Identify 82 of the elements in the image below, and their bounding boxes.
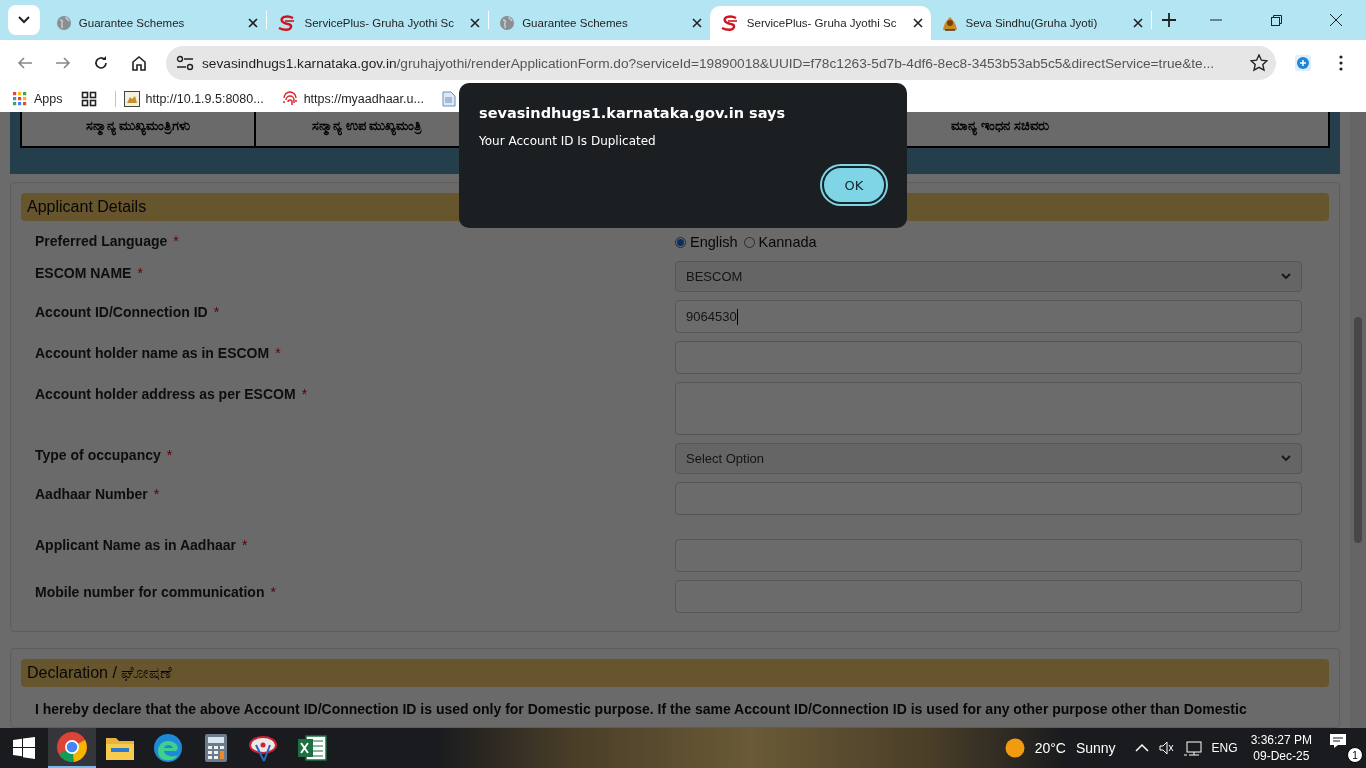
browser-tab[interactable]: Guarantee Schemes [45, 6, 267, 40]
menu-icon [1339, 55, 1343, 71]
chrome-icon[interactable] [56, 731, 88, 763]
windows-logo-icon [13, 737, 35, 759]
back-arrow-icon [17, 55, 33, 71]
browser-tab[interactable]: Seva Sindhu(Gruha Jyoti) [930, 6, 1152, 40]
bookmark[interactable]: http://10.1.9.5:8080... [123, 91, 264, 107]
notification-badge: 1 [1347, 747, 1363, 763]
muted-speaker-icon[interactable] [1158, 741, 1174, 755]
chevron-down-icon [1281, 273, 1291, 280]
field-label: ESCOM NAME [35, 265, 132, 281]
minister-title: ಸನ್ಮಾನ್ಯ ಮುಖ್ಯಮಂತ್ರಿಗಳು [85, 118, 191, 134]
globe-icon [55, 15, 72, 31]
required-mark: * [301, 386, 308, 402]
chevron-down-icon [17, 16, 30, 24]
dialog-title: sevasindhugs1.karnataka.gov.in says [479, 105, 787, 121]
grid-icon[interactable] [80, 91, 97, 107]
fingerprint-icon [281, 91, 298, 107]
reload-icon [93, 55, 109, 71]
bookmark[interactable]: Apps [12, 91, 63, 107]
home-icon [131, 55, 147, 71]
document-icon [441, 91, 456, 107]
calculator-icon[interactable] [204, 733, 228, 763]
declaration-text: I hereby declare that the above Account ID/Connection ID is used only for Domestic purpose. If the same Account ID/Connection ID is used for any other purpose other than Domestic [34, 700, 1248, 717]
restore-icon [1270, 14, 1282, 26]
extension-logo-icon [1294, 54, 1312, 72]
language-indicator[interactable]: ENG [1206, 741, 1243, 755]
field-label: Mobile number for communication [35, 584, 265, 600]
sun-icon [1004, 738, 1025, 758]
field-label: Account holder name as in ESCOM [35, 345, 270, 361]
required-mark: * [166, 447, 173, 463]
close-icon[interactable] [470, 18, 481, 28]
required-mark: * [153, 486, 160, 502]
chevron-up-icon[interactable] [1134, 742, 1149, 754]
apps-grid-icon[interactable] [12, 91, 28, 107]
required-mark: * [213, 304, 220, 320]
tab-search-button[interactable] [8, 5, 40, 35]
section-heading: Declaration / ಘೋಷಣೆ [21, 659, 1329, 687]
bookmark[interactable]: https://myaadhaar.u... [281, 91, 424, 107]
network-icon[interactable] [1183, 740, 1202, 756]
field-label: Aadhaar Number [35, 486, 148, 502]
field-label: Applicant Name as in Aadhaar [35, 537, 236, 553]
folder-icon[interactable] [105, 735, 135, 761]
weather-widget[interactable]: 20°C Sunny [1004, 738, 1116, 758]
notification-icon [1329, 733, 1347, 749]
browser-tab[interactable]: ServicePlus- Gruha Jyothi Sc [709, 6, 931, 40]
clock[interactable]: 3:36:27 PM 09-Dec-25 [1250, 732, 1312, 764]
close-icon [1330, 14, 1342, 26]
scrollbar[interactable] [1350, 112, 1366, 728]
field-label: Preferred Language [35, 233, 168, 249]
emblem-icon [940, 15, 959, 31]
close-icon[interactable] [691, 18, 702, 28]
required-mark: * [275, 345, 281, 361]
browser-tab[interactable]: ServicePlus- Gruha Jyothi Sc [267, 6, 489, 40]
required-mark: * [173, 233, 179, 249]
globe-icon [499, 15, 516, 31]
field-label: Account holder address as per ESCOM [35, 386, 296, 402]
edge-icon[interactable] [153, 733, 183, 763]
minister-title: ಮಾನ್ಯ ಇಂಧನ ಸಚಿವರು [951, 118, 1049, 134]
chevron-down-icon [1281, 455, 1291, 462]
close-icon[interactable] [912, 18, 923, 28]
plus-icon [1162, 13, 1177, 27]
minister-title: ಸನ್ಮಾನ್ಯ ಉಪ ಮುಖ್ಯಮಂತ್ರಿ [312, 118, 423, 134]
forward-arrow-icon [55, 55, 71, 71]
excel-icon[interactable] [297, 734, 327, 762]
close-icon[interactable] [248, 18, 259, 28]
radio-option[interactable]: English [675, 234, 738, 250]
close-icon[interactable] [1133, 18, 1144, 28]
address-bar[interactable]: sevasindhugs1.karnataka.gov.in/gruhajyothi/renderApplicationForm.do?serviceId=19890018&UUID=f78c1263-5d7b-4df6-8ec8-3453b53ab5c5&directService=true&te... [166, 46, 1276, 80]
field-label: Account ID/Connection ID [35, 304, 208, 320]
field-label: Type of occupancy [35, 447, 161, 463]
site-settings-icon[interactable] [176, 55, 194, 71]
required-mark: * [242, 537, 248, 553]
required-mark: * [137, 265, 143, 281]
satellite-dish-icon[interactable] [248, 733, 280, 763]
dialog-message: Your Account ID Is Duplicated [479, 134, 657, 148]
s-logo-icon [719, 15, 740, 31]
browser-tab[interactable]: Guarantee Schemes [489, 6, 710, 40]
star-icon[interactable] [1250, 54, 1268, 72]
required-mark: * [270, 584, 276, 600]
radio-option[interactable]: Kannada [743, 234, 817, 250]
ok-button[interactable]: OK [822, 166, 886, 204]
